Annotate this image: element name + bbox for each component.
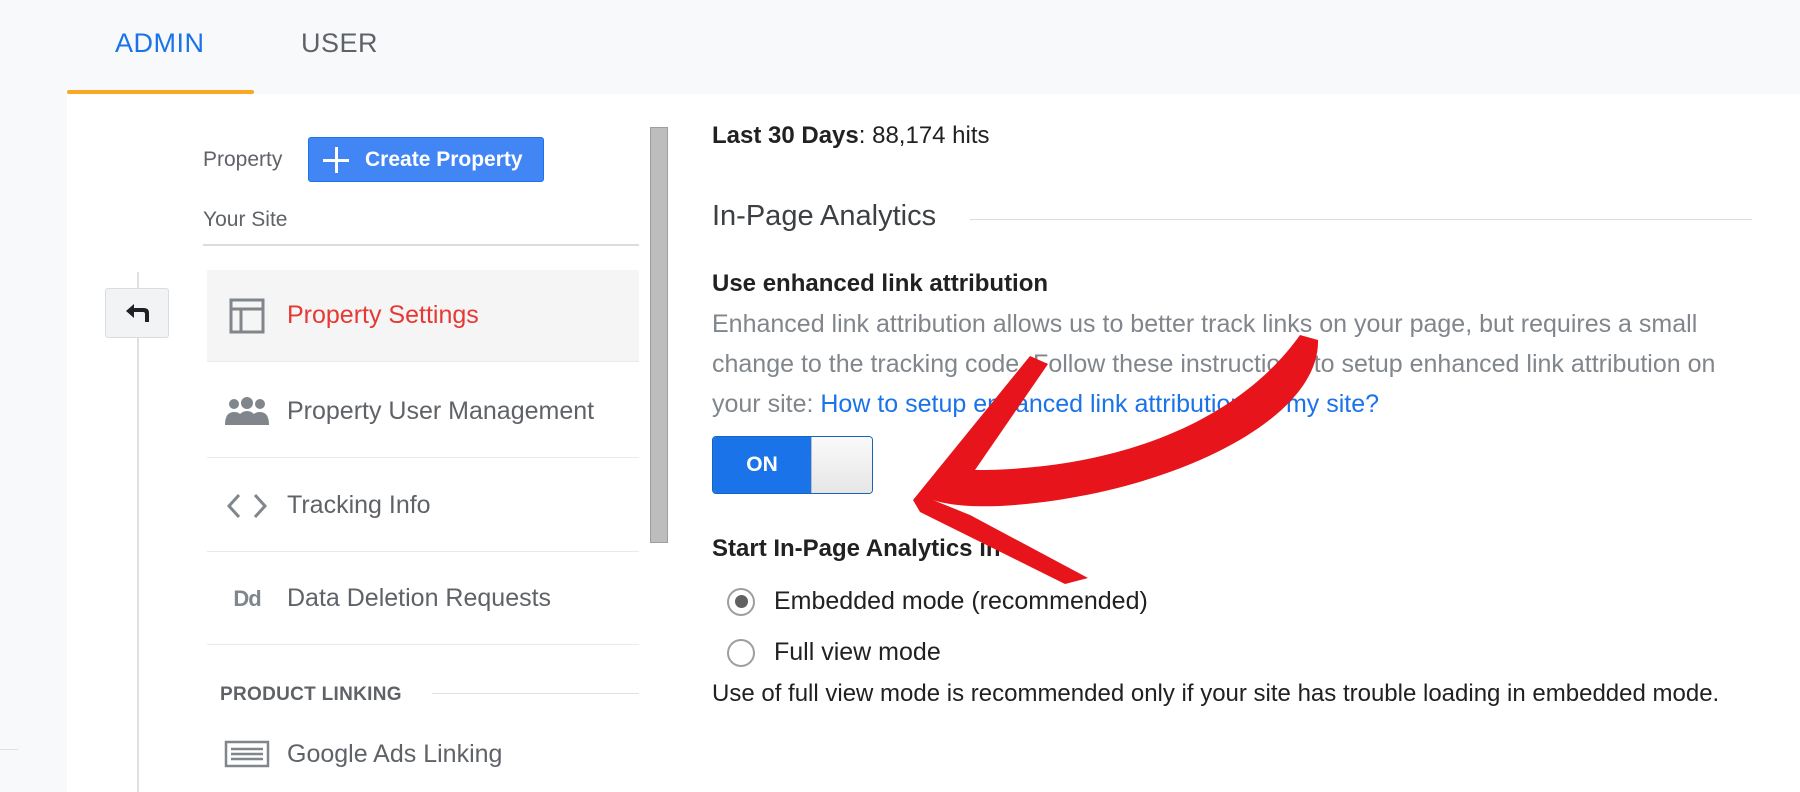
enhanced-link-attribution-toggle[interactable]: ON [712,436,873,494]
full-view-mode-option[interactable]: Full view mode [727,638,941,667]
dd-icon-text: Dd [233,585,261,611]
site-selector[interactable]: Your Site [203,208,287,232]
tab-admin[interactable]: ADMIN [115,28,205,59]
sidebar-item-label: Property User Management [287,397,595,425]
section-divider [432,693,639,694]
sidebar-item-google-ads-linking[interactable]: Google Ads Linking [207,708,639,792]
sidebar-item-label: Tracking Info [287,491,431,519]
create-property-label: Create Property [365,147,523,171]
toggle-knob [811,437,872,493]
full-view-mode-note: Use of full view mode is recommended onl… [712,680,1720,707]
radio-button[interactable] [727,638,755,667]
hits-value: : 88,174 hits [858,122,990,149]
left-gutter [0,94,67,792]
site-selector-underline [203,244,639,246]
ads-linking-icon [207,708,287,792]
toggle-on-label: ON [713,437,811,493]
property-label: Property [203,148,283,171]
enhanced-link-attribution-heading: Use enhanced link attribution [712,270,1049,297]
code-icon [207,460,287,552]
sidebar-item-label: Property Settings [287,301,479,329]
sidebar-item-data-deletion-requests[interactable]: Dd Data Deletion Requests [207,553,639,645]
radio-label: Full view mode [774,638,941,666]
sidebar-rail [137,272,139,792]
people-icon [207,366,287,458]
sidebar-scrollbar[interactable] [650,127,668,543]
enhanced-link-attribution-description: Enhanced link attribution allows us to b… [712,304,1762,424]
back-button[interactable] [105,288,169,338]
setup-instructions-link[interactable]: How to setup enhanced link attribution o… [820,390,1379,418]
section-heading-product-linking: PRODUCT LINKING [220,684,402,705]
dd-icon: Dd [207,553,287,645]
section-divider [970,219,1752,220]
tab-user[interactable]: USER [301,28,378,59]
radio-label: Embedded mode (recommended) [774,587,1148,615]
section-title-in-page-analytics: In-Page Analytics [712,200,937,232]
active-tab-indicator [67,90,254,94]
radio-dot [734,595,748,608]
plus-icon [323,146,349,173]
divider [0,749,18,750]
top-tab-bar: ADMIN USER [0,0,1800,94]
create-property-button[interactable]: Create Property [308,137,544,182]
hits-summary: Last 30 Days: 88,174 hits [712,122,990,150]
sidebar-item-property-user-management[interactable]: Property User Management [207,366,639,458]
embedded-mode-option[interactable]: Embedded mode (recommended) [727,587,1148,616]
sidebar-item-label: Data Deletion Requests [287,584,552,612]
start-in-page-analytics-heading: Start In-Page Analytics in [712,535,1001,562]
sidebar-item-property-settings[interactable]: Property Settings [207,270,639,362]
radio-button-selected[interactable] [727,587,755,616]
sidebar-item-tracking-info[interactable]: Tracking Info [207,460,639,552]
back-arrow-icon [126,304,149,322]
hits-label: Last 30 Days [712,122,859,149]
sidebar-item-label: Google Ads Linking [287,739,503,768]
layout-icon [207,270,287,362]
